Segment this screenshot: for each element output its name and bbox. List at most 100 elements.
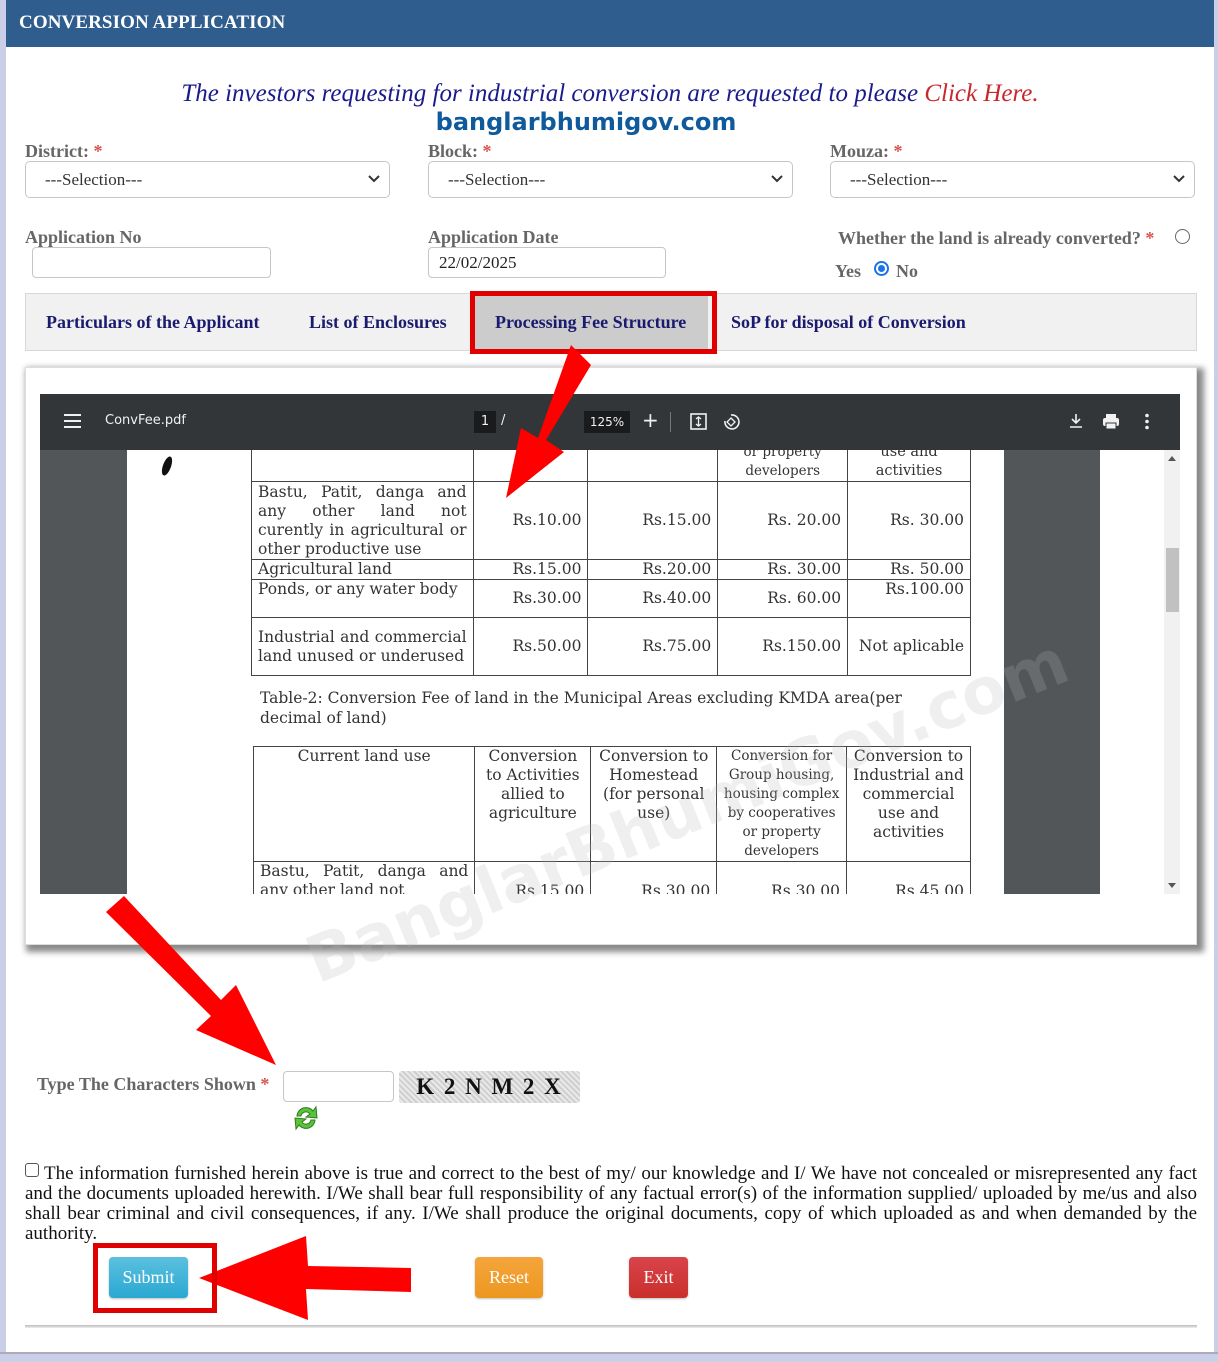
fee-cell: Rs.30.00: [716, 861, 848, 894]
footer-divider: [25, 1325, 1197, 1328]
submit-button[interactable]: Submit: [109, 1257, 188, 1298]
captcha-image: K 2 N M 2 X: [399, 1071, 580, 1103]
table-row: Agricultural land Rs.15.00 Rs.20.00 Rs. …: [251, 559, 971, 580]
fee-table-1: or property developers use and activitie…: [251, 450, 971, 676]
converted-yes-label: Yes: [835, 261, 861, 281]
fee-cell: Rs.15.00: [587, 481, 719, 560]
scroll-down-icon[interactable]: [1168, 883, 1176, 888]
table1-header-cell: or property developers: [717, 450, 849, 482]
district-selected-value: ---Selection---: [45, 170, 143, 189]
land-use-cell: Bastu, Patit, danga and any other land n…: [252, 861, 476, 894]
tab-list-of-enclosures[interactable]: List of Enclosures: [309, 294, 447, 350]
click-here-link[interactable]: Click Here.: [924, 80, 1038, 107]
table2-header-cell: Conversion to Industrial and commercial …: [846, 746, 971, 862]
print-icon[interactable]: [1102, 413, 1120, 430]
captcha-input[interactable]: [283, 1071, 394, 1102]
page-number-input[interactable]: 1: [474, 411, 496, 433]
menu-icon[interactable]: [64, 414, 81, 428]
page-separator: /: [501, 413, 506, 428]
refresh-captcha-icon[interactable]: [292, 1103, 320, 1133]
header-bar: CONVERSION APPLICATION: [6, 0, 1214, 47]
table-row: Bastu, Patit, danga and any other land n…: [251, 481, 971, 560]
table2-header-cell: Conversion to Activities allied to agric…: [474, 746, 592, 862]
table-row: Bastu, Patit, danga and any other land n…: [252, 861, 971, 894]
tab-sop-disposal-of-conversion[interactable]: SoP for disposal of Conversion: [731, 294, 966, 350]
tab-processing-fee-structure[interactable]: Processing Fee Structure: [473, 294, 709, 350]
table2-header-cell: Conversion for Group housing, housing co…: [716, 746, 848, 862]
fee-cell: Rs.20.00: [587, 559, 719, 580]
chevron-down-icon: [1173, 175, 1185, 183]
block-select[interactable]: ---Selection---: [428, 161, 793, 198]
fee-cell: Rs.75.00: [587, 617, 719, 676]
block-label: Block: *: [428, 141, 492, 161]
fit-page-icon[interactable]: [690, 413, 707, 430]
zoom-in-icon[interactable]: +: [642, 408, 659, 432]
scroll-up-icon[interactable]: [1168, 456, 1176, 461]
converted-no-label: No: [896, 261, 918, 281]
land-use-cell: Bastu, Patit, danga and any other land n…: [251, 481, 474, 560]
application-date-input[interactable]: 22/02/2025: [428, 247, 666, 278]
ink-mark: [159, 455, 175, 477]
chevron-down-icon: [368, 175, 380, 183]
mouza-select[interactable]: ---Selection---: [830, 161, 1195, 198]
table1-header-cell: [251, 450, 474, 482]
fee-cell: Not aplicable: [847, 617, 971, 676]
page-bottom-band: [0, 1352, 1218, 1362]
fee-cell: Rs.45.00: [846, 861, 971, 894]
fee-cell: Rs. 20.00: [717, 481, 849, 560]
application-no-label: Application No: [25, 227, 142, 247]
application-no-input[interactable]: [32, 247, 271, 278]
tab-particulars-of-applicant[interactable]: Particulars of the Applicant: [46, 294, 260, 350]
declaration-checkbox[interactable]: [25, 1163, 39, 1177]
notice-text: The investors requesting for industrial …: [181, 80, 925, 107]
fee-table-2: Current land use Conversion to Activitie…: [252, 746, 971, 894]
application-date-label: Application Date: [428, 227, 559, 247]
reset-button[interactable]: Reset: [475, 1257, 543, 1298]
table2-header-cell: Current land use: [252, 746, 476, 862]
tab-bar: Particulars of the Applicant List of Enc…: [25, 293, 1197, 351]
fee-cell: Rs. 60.00: [717, 579, 849, 618]
fee-cell: Rs.40.00: [587, 579, 719, 618]
fee-cell: Rs.15.00: [472, 559, 589, 580]
land-use-cell: Agricultural land: [251, 559, 474, 580]
fee-cell: Rs.30.00: [472, 579, 589, 618]
page: CONVERSION APPLICATION The investors req…: [6, 0, 1214, 1362]
table2-header-cell: Conversion to Homestead (for personal us…: [590, 746, 718, 862]
rotate-icon[interactable]: [722, 412, 740, 431]
pdf-filename: ConvFee.pdf: [105, 413, 186, 428]
fee-cell: Rs.10.00: [472, 481, 589, 560]
block-selected-value: ---Selection---: [448, 170, 546, 189]
declaration-text: The information furnished herein above i…: [25, 1163, 1197, 1244]
pdf-scrollbar[interactable]: [1164, 450, 1180, 894]
pdf-toolbar: ConvFee.pdf 1 / 125% +: [40, 394, 1180, 450]
fee-cell: Rs. 30.00: [847, 481, 971, 560]
district-select[interactable]: ---Selection---: [25, 161, 390, 198]
table2-caption: Table-2: Conversion Fee of land in the M…: [260, 689, 902, 727]
fee-cell: Rs.30.00: [590, 861, 718, 894]
converted-no-radio[interactable]: [874, 261, 889, 276]
exit-button[interactable]: Exit: [629, 1257, 688, 1298]
table1-header-cell: use and activities: [847, 450, 971, 482]
download-icon[interactable]: [1069, 413, 1083, 429]
table-row: Ponds, or any water body Rs.30.00 Rs.40.…: [251, 579, 971, 618]
table1-header-cell: [472, 450, 589, 482]
table-row: Industrial and commercial land unused or…: [251, 617, 971, 676]
fee-cell: Rs.15.00: [474, 861, 592, 894]
pdf-page: or property developers use and activitie…: [127, 450, 1004, 894]
table1-header-cell: [587, 450, 719, 482]
page-title: CONVERSION APPLICATION: [19, 12, 286, 33]
fee-cell: Rs.150.00: [717, 617, 849, 676]
declaration: The information furnished herein above i…: [25, 1163, 1197, 1244]
chevron-down-icon: [771, 175, 783, 183]
scroll-thumb[interactable]: [1166, 548, 1179, 612]
land-use-cell: Industrial and commercial land unused or…: [251, 617, 474, 676]
pdf-document-area[interactable]: or property developers use and activitie…: [40, 450, 1100, 894]
more-options-icon[interactable]: [1144, 413, 1150, 430]
converted-question-label: Whether the land is already converted? *: [838, 228, 1155, 248]
fee-cell: Rs.100.00: [847, 579, 971, 618]
site-watermark: banglarbhumigov.com: [435, 108, 737, 136]
arrow-to-submit-annotation: [199, 1236, 411, 1320]
converted-yes-radio[interactable]: [1175, 229, 1190, 244]
toolbar-divider: [670, 412, 671, 432]
zoom-level-input[interactable]: 125%: [584, 411, 630, 433]
